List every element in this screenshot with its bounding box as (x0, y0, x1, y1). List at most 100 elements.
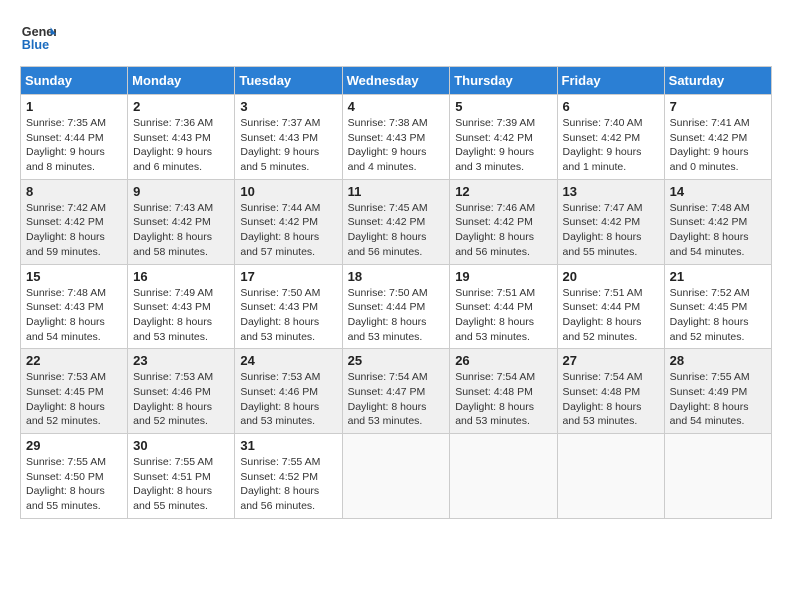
day-number: 3 (240, 99, 336, 114)
calendar-cell: 15 Sunrise: 7:48 AM Sunset: 4:43 PM Dayli… (21, 264, 128, 349)
day-number: 24 (240, 353, 336, 368)
logo-icon: General Blue (20, 20, 56, 56)
day-info: Sunrise: 7:50 AM Sunset: 4:44 PM Dayligh… (348, 286, 445, 345)
header-cell-tuesday: Tuesday (235, 67, 342, 95)
day-number: 19 (455, 269, 551, 284)
week-row-4: 22 Sunrise: 7:53 AM Sunset: 4:45 PM Dayli… (21, 349, 772, 434)
calendar-cell: 13 Sunrise: 7:47 AM Sunset: 4:42 PM Dayli… (557, 179, 664, 264)
day-info: Sunrise: 7:46 AM Sunset: 4:42 PM Dayligh… (455, 201, 551, 260)
calendar-cell: 20 Sunrise: 7:51 AM Sunset: 4:44 PM Dayli… (557, 264, 664, 349)
header-cell-wednesday: Wednesday (342, 67, 450, 95)
day-number: 22 (26, 353, 122, 368)
day-number: 21 (670, 269, 766, 284)
calendar-cell (557, 434, 664, 519)
day-info: Sunrise: 7:41 AM Sunset: 4:42 PM Dayligh… (670, 116, 766, 175)
day-info: Sunrise: 7:55 AM Sunset: 4:51 PM Dayligh… (133, 455, 229, 514)
calendar-cell: 27 Sunrise: 7:54 AM Sunset: 4:48 PM Dayli… (557, 349, 664, 434)
day-info: Sunrise: 7:55 AM Sunset: 4:49 PM Dayligh… (670, 370, 766, 429)
day-info: Sunrise: 7:51 AM Sunset: 4:44 PM Dayligh… (563, 286, 659, 345)
header-cell-monday: Monday (128, 67, 235, 95)
day-info: Sunrise: 7:49 AM Sunset: 4:43 PM Dayligh… (133, 286, 229, 345)
day-info: Sunrise: 7:44 AM Sunset: 4:42 PM Dayligh… (240, 201, 336, 260)
day-info: Sunrise: 7:54 AM Sunset: 4:48 PM Dayligh… (455, 370, 551, 429)
day-number: 16 (133, 269, 229, 284)
day-number: 17 (240, 269, 336, 284)
day-info: Sunrise: 7:48 AM Sunset: 4:43 PM Dayligh… (26, 286, 122, 345)
day-number: 9 (133, 184, 229, 199)
calendar-cell: 1 Sunrise: 7:35 AM Sunset: 4:44 PM Daylig… (21, 95, 128, 180)
header-cell-thursday: Thursday (450, 67, 557, 95)
calendar-cell: 28 Sunrise: 7:55 AM Sunset: 4:49 PM Dayli… (664, 349, 771, 434)
day-number: 31 (240, 438, 336, 453)
calendar-cell: 14 Sunrise: 7:48 AM Sunset: 4:42 PM Dayli… (664, 179, 771, 264)
day-number: 12 (455, 184, 551, 199)
calendar-cell: 24 Sunrise: 7:53 AM Sunset: 4:46 PM Dayli… (235, 349, 342, 434)
calendar-cell: 29Sunrise: 7:55 AM Sunset: 4:50 PM Dayli… (21, 434, 128, 519)
day-number: 28 (670, 353, 766, 368)
logo: General Blue (20, 20, 56, 56)
calendar-cell: 4 Sunrise: 7:38 AM Sunset: 4:43 PM Daylig… (342, 95, 450, 180)
day-info: Sunrise: 7:53 AM Sunset: 4:46 PM Dayligh… (240, 370, 336, 429)
calendar-cell: 11 Sunrise: 7:45 AM Sunset: 4:42 PM Dayli… (342, 179, 450, 264)
day-info: Sunrise: 7:39 AM Sunset: 4:42 PM Dayligh… (455, 116, 551, 175)
day-number: 14 (670, 184, 766, 199)
header-row: SundayMondayTuesdayWednesdayThursdayFrid… (21, 67, 772, 95)
calendar-cell: 30 Sunrise: 7:55 AM Sunset: 4:51 PM Dayli… (128, 434, 235, 519)
day-number: 27 (563, 353, 659, 368)
day-number: 13 (563, 184, 659, 199)
day-number: 15 (26, 269, 122, 284)
calendar-cell: 3 Sunrise: 7:37 AM Sunset: 4:43 PM Daylig… (235, 95, 342, 180)
day-info: Sunrise: 7:51 AM Sunset: 4:44 PM Dayligh… (455, 286, 551, 345)
calendar-cell: 17Sunrise: 7:50 AM Sunset: 4:43 PM Dayli… (235, 264, 342, 349)
day-info: Sunrise: 7:37 AM Sunset: 4:43 PM Dayligh… (240, 116, 336, 175)
day-number: 20 (563, 269, 659, 284)
calendar-header: SundayMondayTuesdayWednesdayThursdayFrid… (21, 67, 772, 95)
calendar-cell (664, 434, 771, 519)
day-number: 6 (563, 99, 659, 114)
calendar-cell: 16 Sunrise: 7:49 AM Sunset: 4:43 PM Dayli… (128, 264, 235, 349)
day-number: 4 (348, 99, 445, 114)
day-info: Sunrise: 7:54 AM Sunset: 4:47 PM Dayligh… (348, 370, 445, 429)
day-info: Sunrise: 7:38 AM Sunset: 4:43 PM Dayligh… (348, 116, 445, 175)
calendar-cell: 22 Sunrise: 7:53 AM Sunset: 4:45 PM Dayli… (21, 349, 128, 434)
day-info: Sunrise: 7:45 AM Sunset: 4:42 PM Dayligh… (348, 201, 445, 260)
day-number: 8 (26, 184, 122, 199)
day-number: 1 (26, 99, 122, 114)
week-row-5: 29Sunrise: 7:55 AM Sunset: 4:50 PM Dayli… (21, 434, 772, 519)
calendar-cell: 21 Sunrise: 7:52 AM Sunset: 4:45 PM Dayli… (664, 264, 771, 349)
header-cell-friday: Friday (557, 67, 664, 95)
calendar-cell: 12 Sunrise: 7:46 AM Sunset: 4:42 PM Dayli… (450, 179, 557, 264)
calendar-table: SundayMondayTuesdayWednesdayThursdayFrid… (20, 66, 772, 519)
day-number: 18 (348, 269, 445, 284)
day-info: Sunrise: 7:52 AM Sunset: 4:45 PM Dayligh… (670, 286, 766, 345)
day-info: Sunrise: 7:35 AM Sunset: 4:44 PM Dayligh… (26, 116, 122, 175)
day-info: Sunrise: 7:40 AM Sunset: 4:42 PM Dayligh… (563, 116, 659, 175)
calendar-cell: 8Sunrise: 7:42 AM Sunset: 4:42 PM Daylig… (21, 179, 128, 264)
svg-text:Blue: Blue (22, 38, 49, 52)
day-number: 5 (455, 99, 551, 114)
calendar-cell: 2Sunrise: 7:36 AM Sunset: 4:43 PM Daylig… (128, 95, 235, 180)
day-info: Sunrise: 7:47 AM Sunset: 4:42 PM Dayligh… (563, 201, 659, 260)
day-number: 26 (455, 353, 551, 368)
day-number: 30 (133, 438, 229, 453)
day-number: 10 (240, 184, 336, 199)
calendar-cell (342, 434, 450, 519)
day-info: Sunrise: 7:54 AM Sunset: 4:48 PM Dayligh… (563, 370, 659, 429)
day-number: 11 (348, 184, 445, 199)
calendar-cell: 19 Sunrise: 7:51 AM Sunset: 4:44 PM Dayli… (450, 264, 557, 349)
day-number: 25 (348, 353, 445, 368)
calendar-cell (450, 434, 557, 519)
day-info: Sunrise: 7:48 AM Sunset: 4:42 PM Dayligh… (670, 201, 766, 260)
calendar-cell: 26 Sunrise: 7:54 AM Sunset: 4:48 PM Dayli… (450, 349, 557, 434)
calendar-cell: 5 Sunrise: 7:39 AM Sunset: 4:42 PM Daylig… (450, 95, 557, 180)
calendar-cell: 6 Sunrise: 7:40 AM Sunset: 4:42 PM Daylig… (557, 95, 664, 180)
day-info: Sunrise: 7:43 AM Sunset: 4:42 PM Dayligh… (133, 201, 229, 260)
page-header: General Blue (20, 20, 772, 56)
day-info: Sunrise: 7:53 AM Sunset: 4:46 PM Dayligh… (133, 370, 229, 429)
day-info: Sunrise: 7:55 AM Sunset: 4:52 PM Dayligh… (240, 455, 336, 514)
day-number: 7 (670, 99, 766, 114)
calendar-cell: 10 Sunrise: 7:44 AM Sunset: 4:42 PM Dayli… (235, 179, 342, 264)
header-cell-sunday: Sunday (21, 67, 128, 95)
day-info: Sunrise: 7:55 AM Sunset: 4:50 PM Dayligh… (26, 455, 122, 514)
day-info: Sunrise: 7:53 AM Sunset: 4:45 PM Dayligh… (26, 370, 122, 429)
